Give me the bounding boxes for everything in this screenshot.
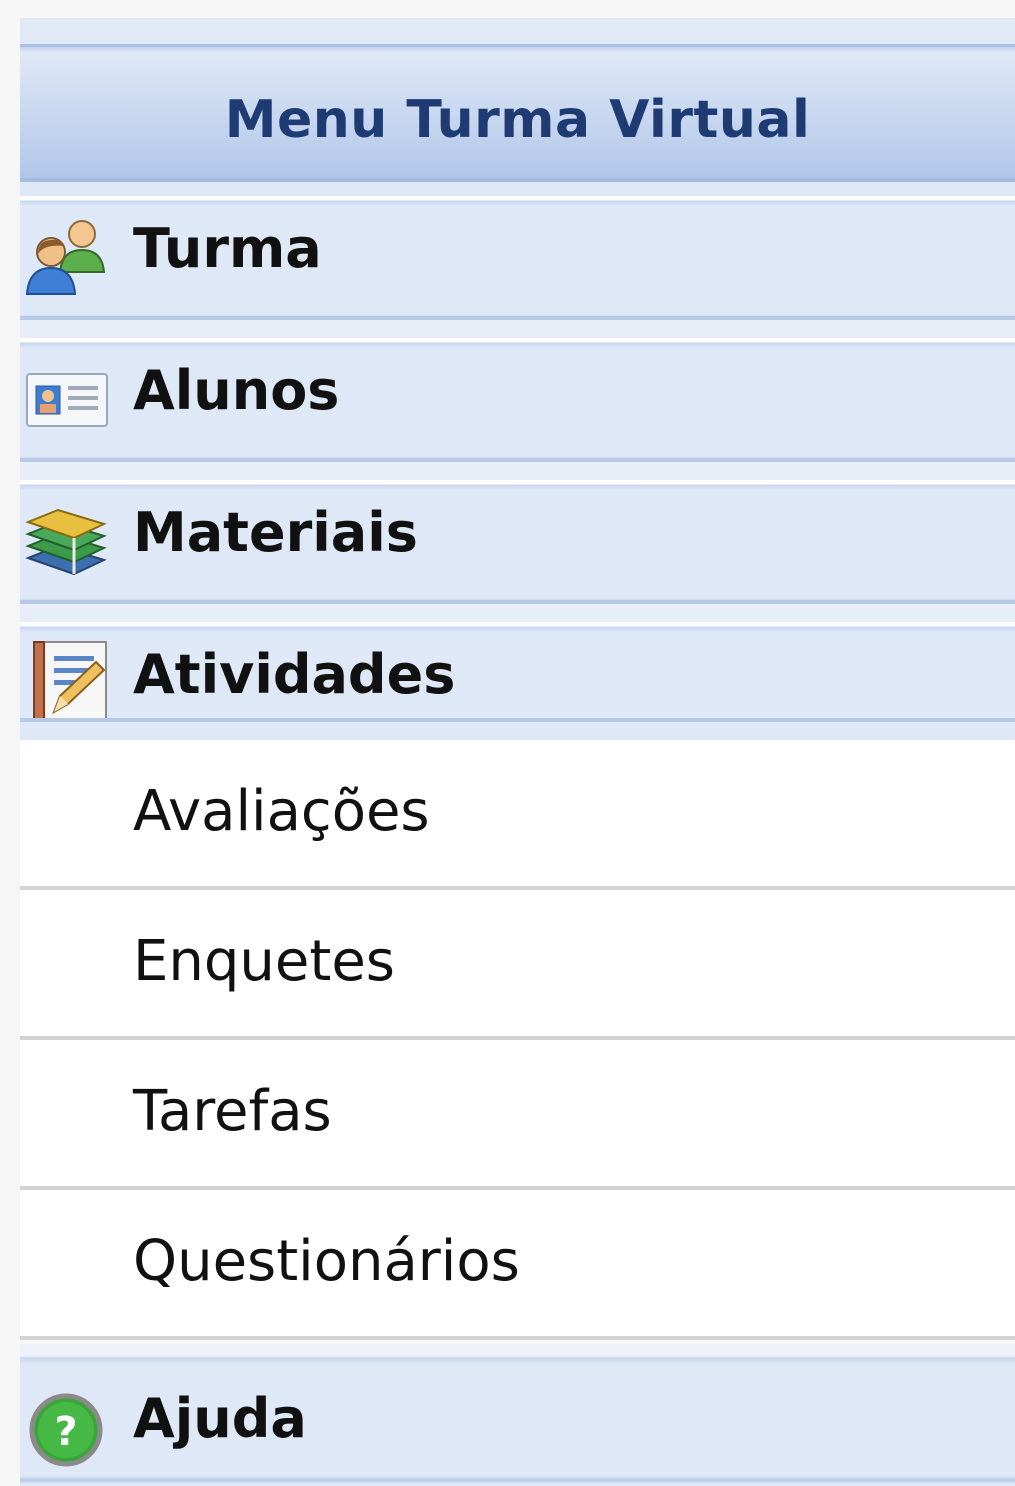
submenu-item-tarefas[interactable]: Tarefas [20, 1040, 1015, 1190]
id-card-icon [26, 373, 108, 427]
section-label-alunos: Alunos [133, 359, 340, 422]
menu-title: Menu Turma Virtual [224, 90, 811, 150]
notebook-pencil-icon [33, 641, 107, 721]
title-rule-bottom [20, 178, 1015, 182]
submenu-item-enquetes[interactable]: Enquetes [20, 890, 1015, 1040]
submenu-label-enquetes: Enquetes [133, 929, 395, 994]
submenu-item-questionarios[interactable]: Questionários [20, 1190, 1015, 1340]
users-icon [25, 220, 106, 295]
menu-top-strip [20, 0, 1015, 18]
svg-text:?: ? [54, 1409, 77, 1455]
books-icon [25, 508, 107, 576]
section-label-ajuda: Ajuda [133, 1387, 307, 1450]
menu-section-atividades[interactable]: Atividades [20, 622, 1015, 740]
menu-section-alunos[interactable]: Alunos [20, 338, 1015, 480]
submenu-label-questionarios: Questionários [133, 1229, 520, 1294]
menu-title-bar: Menu Turma Virtual [20, 18, 1015, 196]
section-label-atividades: Atividades [133, 643, 456, 706]
submenu-label-avaliacoes: Avaliações [133, 779, 430, 844]
menu-section-materiais[interactable]: Materiais [20, 480, 1015, 622]
help-icon: ? [29, 1393, 103, 1467]
turma-virtual-menu: Menu Turma Virtual Turma Alunos Materiai… [20, 0, 1015, 1486]
submenu-item-avaliacoes[interactable]: Avaliações [20, 740, 1015, 890]
section-label-turma: Turma [133, 217, 322, 280]
section-label-materiais: Materiais [133, 501, 418, 564]
help-separator [20, 1344, 1015, 1364]
title-rule-top [20, 44, 1015, 47]
submenu-label-tarefas: Tarefas [133, 1079, 332, 1144]
menu-section-turma[interactable]: Turma [20, 196, 1015, 338]
menu-section-ajuda[interactable]: ? Ajuda [20, 1364, 1015, 1486]
